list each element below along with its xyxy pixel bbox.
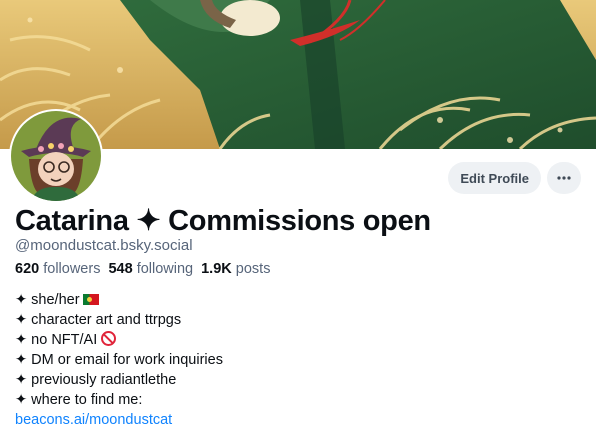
- posts-count: 1.9K: [201, 261, 232, 277]
- bio-line: ✦ where to find me:: [15, 392, 143, 408]
- following-stat[interactable]: 548 following: [108, 261, 193, 277]
- bio-text: ✦ no NFT/AI: [15, 332, 98, 348]
- avatar-illustration: [11, 111, 101, 201]
- followers-label: followers: [43, 261, 101, 277]
- prohibited-icon: [101, 331, 117, 346]
- profile-handle: @moondustcat.bsky.social: [15, 237, 193, 254]
- bio-text: ✦ she/her: [15, 292, 80, 308]
- avatar[interactable]: [9, 109, 103, 203]
- bio-line: ✦ she/her: [15, 290, 223, 310]
- bio-line: ✦ DM or email for work inquiries: [15, 352, 223, 368]
- bio-line: ✦ character art and ttrpgs: [15, 312, 182, 328]
- profile-actions: Edit Profile: [448, 162, 581, 194]
- posts-stat: 1.9K posts: [201, 261, 270, 277]
- portugal-flag-icon: [82, 294, 99, 305]
- bio-line: ✦ previously radiantlethe: [15, 372, 177, 388]
- following-label: following: [136, 261, 194, 277]
- profile-bio: ✦ she/her ✦ character art and ttrpgs ✦ n…: [15, 290, 223, 430]
- followers-stat[interactable]: 620 followers: [15, 261, 100, 277]
- display-name: Catarina ✦ Commissions open: [15, 205, 431, 237]
- profile-stats: 620 followers 548 following 1.9K posts: [15, 261, 270, 277]
- posts-label: posts: [235, 261, 271, 277]
- following-count: 548: [108, 261, 133, 277]
- edit-profile-button[interactable]: Edit Profile: [448, 162, 541, 194]
- ellipsis-icon: [557, 176, 571, 180]
- bio-line: ✦ no NFT/AI: [15, 330, 223, 350]
- followers-count: 620: [15, 261, 40, 277]
- more-options-button[interactable]: [547, 162, 581, 194]
- bio-link[interactable]: beacons.ai/moondustcat: [15, 410, 223, 430]
